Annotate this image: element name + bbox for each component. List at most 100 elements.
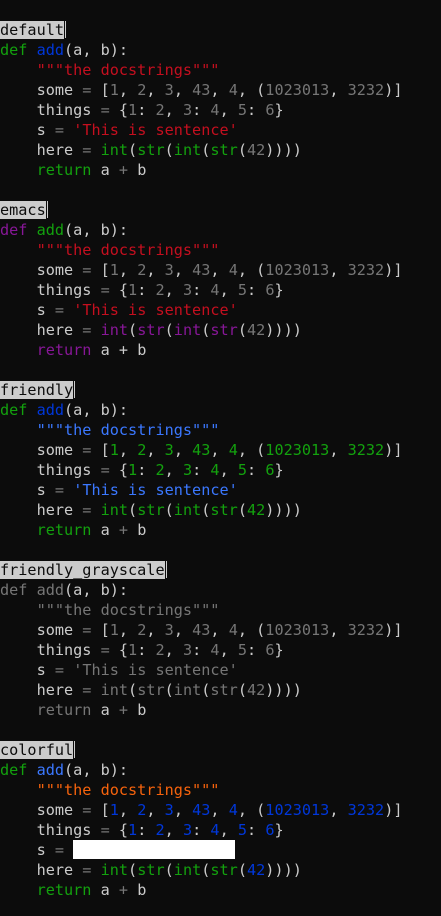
- code-token: ,: [173, 261, 193, 279]
- code-line: s = 'This is sentence': [0, 480, 441, 500]
- code-token: add: [36, 401, 65, 419]
- code-token: some: [0, 81, 83, 99]
- code-token: 4: [210, 281, 220, 299]
- code-token: ,: [146, 81, 165, 99]
- code-token: =: [100, 461, 110, 479]
- code-token: 1023013: [265, 621, 330, 639]
- code-token: str: [137, 861, 165, 879]
- code-token: 4: [228, 261, 238, 279]
- code-token: ,: [210, 81, 229, 99]
- style-block-emacs: emacs def add(a, b): """the docstrings"""…: [0, 200, 441, 360]
- code-line: return a + b: [0, 340, 441, 360]
- code-token: int: [173, 141, 202, 159]
- code-token: return: [36, 161, 92, 179]
- code-token: ,: [219, 461, 238, 479]
- code-token: )))): [265, 861, 302, 879]
- code-token: some: [0, 261, 83, 279]
- code-token: , (: [237, 621, 266, 639]
- code-token: 5: [237, 641, 248, 659]
- code-line: some = [1, 2, 3, 43, 4, (1023013, 3232)]: [0, 440, 441, 460]
- code-token: 3232: [347, 81, 385, 99]
- code-token: )]: [384, 441, 403, 459]
- code-token: """the docstrings""": [36, 781, 220, 799]
- code-token: 4: [228, 621, 238, 639]
- code-token: 1023013: [265, 81, 330, 99]
- code-token: int: [173, 861, 202, 879]
- code-token: ,: [173, 441, 193, 459]
- code-token: a: [91, 161, 119, 179]
- code-token: :: [137, 461, 156, 479]
- code-token: things: [0, 281, 101, 299]
- code-token: 4: [228, 441, 238, 459]
- code-token: {: [109, 281, 129, 299]
- code-line: here = int(str(int(str(42)))): [0, 500, 441, 520]
- style-label-line: colorful: [0, 740, 441, 760]
- code-line: some = [1, 2, 3, 43, 4, (1023013, 3232)]: [0, 80, 441, 100]
- style-label-line: friendly_grayscale: [0, 560, 441, 580]
- style-name-label: default: [0, 21, 65, 39]
- code-token: (a, b):: [64, 41, 129, 59]
- code-token: {: [109, 641, 129, 659]
- code-token: =: [54, 301, 65, 319]
- code-token: """the docstrings""": [36, 601, 220, 619]
- code-token: return: [36, 341, 92, 359]
- code-token: )]: [384, 261, 403, 279]
- code-token: things: [0, 641, 101, 659]
- code-token: 1: [128, 461, 138, 479]
- code-token: 3232: [347, 441, 385, 459]
- code-token: 3: [182, 281, 193, 299]
- code-line: def add(a, b):: [0, 220, 441, 240]
- code-line: def add(a, b):: [0, 40, 441, 60]
- code-token: str: [210, 501, 238, 519]
- highlighted-selection-box: [73, 840, 236, 859]
- code-token: 4: [210, 821, 220, 839]
- code-token: 1: [109, 81, 119, 99]
- code-token: a: [91, 341, 119, 359]
- code-token: 3232: [347, 801, 385, 819]
- code-token: return: [36, 881, 92, 899]
- code-token: 3: [164, 621, 174, 639]
- code-token: b: [128, 161, 147, 179]
- code-token: )))): [265, 681, 302, 699]
- code-token: (: [164, 861, 174, 879]
- code-token: 1023013: [265, 261, 330, 279]
- code-token: 3: [164, 801, 174, 819]
- code-token: 1: [109, 801, 119, 819]
- code-token: =: [54, 121, 65, 139]
- code-token: {: [109, 101, 129, 119]
- code-token: str: [137, 321, 165, 339]
- code-token: int: [100, 681, 129, 699]
- code-token: :: [137, 641, 156, 659]
- code-token: add: [36, 221, 65, 239]
- code-line: things = {1: 2, 3: 4, 5: 6}: [0, 100, 441, 120]
- code-token: s: [0, 661, 55, 679]
- code-token: ,: [118, 441, 138, 459]
- code-line: return a + b: [0, 160, 441, 180]
- code-token: 'This is sentence': [73, 481, 238, 499]
- code-token: [: [91, 81, 110, 99]
- code-token: """the docstrings""": [36, 241, 220, 259]
- code-token: some: [0, 801, 83, 819]
- code-token: int: [173, 321, 202, 339]
- style-name-label: friendly: [0, 381, 74, 399]
- code-token: 1023013: [265, 801, 330, 819]
- code-token: 2: [155, 281, 165, 299]
- code-token: 4: [228, 81, 238, 99]
- code-line: some = [1, 2, 3, 43, 4, (1023013, 3232)]: [0, 620, 441, 640]
- code-line: things = {1: 2, 3: 4, 5: 6}: [0, 280, 441, 300]
- code-token: ,: [210, 441, 229, 459]
- code-token: def: [0, 41, 28, 59]
- code-token: ,: [173, 621, 193, 639]
- text-cursor: [165, 561, 167, 578]
- code-token: =: [100, 821, 110, 839]
